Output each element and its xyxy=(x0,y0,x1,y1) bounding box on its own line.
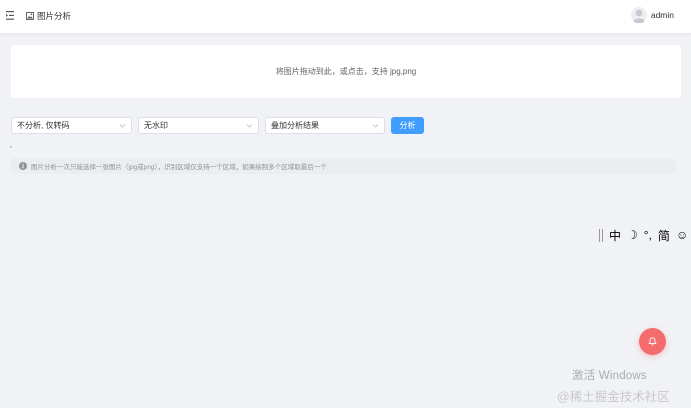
breadcrumb[interactable]: 图片分析 xyxy=(26,10,71,22)
windows-activation-watermark: 激活 Windows xyxy=(572,370,647,382)
upload-hint: 将图片拖动到此，或点击，支持 jpg,png xyxy=(275,67,417,76)
top-navbar: 图片分析 admin xyxy=(0,0,691,34)
juejin-watermark: @稀土掘金技术社区 xyxy=(557,390,670,404)
image-upload-dropzone[interactable]: 将图片拖动到此，或点击，支持 jpg,png xyxy=(11,45,681,98)
ime-simplified-mode[interactable]: 简 xyxy=(658,227,670,244)
chevron-down-icon xyxy=(119,124,126,128)
notice-text: 图片分析一次只能选择一张图片（jpg或png），识别区域仅支持一个区域，如果绘制… xyxy=(31,164,327,171)
breadcrumb-label: 图片分析 xyxy=(37,11,72,21)
ime-chinese-mode[interactable]: 中 xyxy=(609,227,621,244)
image-icon xyxy=(26,12,34,20)
result-overlay-value: 叠加分析结果 xyxy=(271,121,319,130)
user-menu[interactable]: admin xyxy=(630,7,674,23)
chevron-down-icon xyxy=(372,124,379,128)
info-icon xyxy=(19,162,27,170)
menu-toggle-icon[interactable] xyxy=(6,11,14,20)
username: admin xyxy=(650,10,674,20)
ime-halfwidth-icon[interactable]: ☽ xyxy=(627,228,638,242)
user-avatar-icon xyxy=(630,7,647,23)
bell-icon xyxy=(648,337,657,346)
floating-action-button[interactable] xyxy=(639,328,666,355)
info-notice: 图片分析一次只能选择一张图片（jpg或png），识别区域仅支持一个区域，如果绘制… xyxy=(11,158,676,174)
divider-dot xyxy=(10,146,12,148)
chevron-down-icon xyxy=(246,124,253,128)
watermark-select[interactable]: 无水印 xyxy=(138,117,259,134)
analyze-button[interactable]: 分析 xyxy=(391,117,424,134)
result-overlay-select[interactable]: 叠加分析结果 xyxy=(265,117,385,134)
watermark-value: 无水印 xyxy=(144,121,168,130)
ime-emoji-icon[interactable]: ☺ xyxy=(676,228,688,242)
ime-punctuation-icon[interactable]: °, xyxy=(644,228,652,242)
ime-toolbar[interactable]: 中 ☽ °, 简 ☺ xyxy=(599,227,688,243)
ime-grip-handle[interactable] xyxy=(599,228,603,242)
analysis-mode-select[interactable]: 不分析, 仅转码 xyxy=(11,117,132,134)
analysis-mode-value: 不分析, 仅转码 xyxy=(17,121,70,130)
